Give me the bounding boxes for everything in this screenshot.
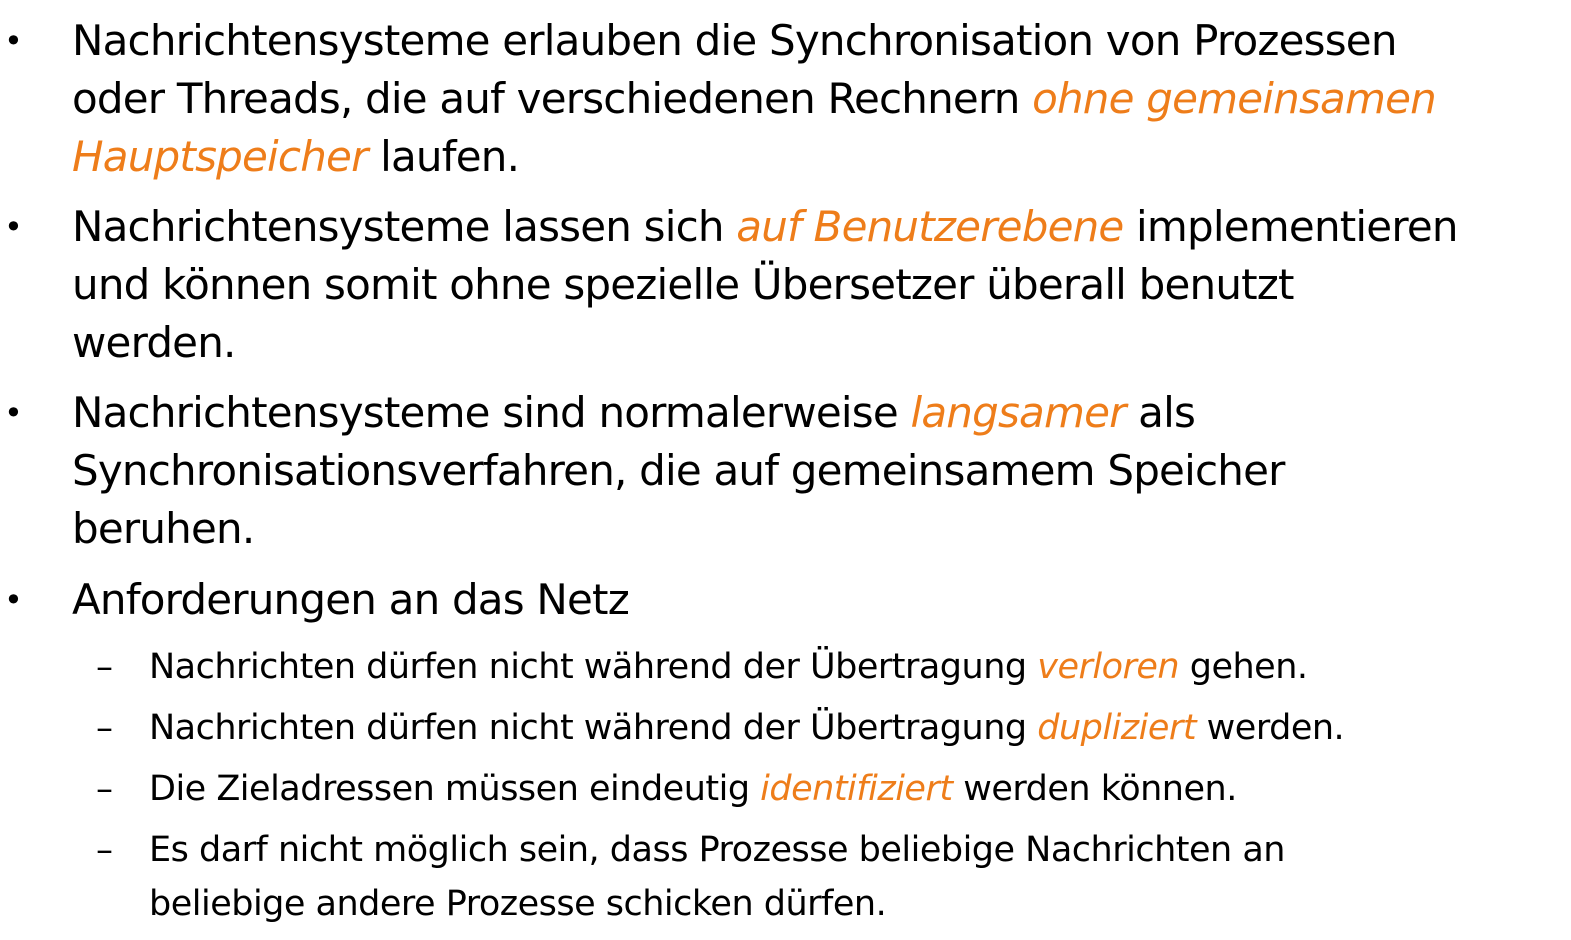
text-segment: werden können.	[952, 769, 1237, 809]
sub-bullet-marker: –	[96, 647, 113, 687]
text-segment: laufen.	[367, 132, 520, 181]
text-line: Synchronisationsverfahren, die auf gemei…	[72, 442, 1562, 500]
text-segment: als	[1125, 388, 1196, 437]
text-line: Anforderungen an das Netz	[72, 571, 1562, 629]
highlight-text: langsamer	[910, 388, 1126, 437]
slide-content: • Nachrichtensysteme erlauben die Synchr…	[0, 0, 1571, 940]
text-segment: Es darf nicht möglich sein, dass Prozess…	[149, 830, 1285, 870]
bullet-text: Nachrichtensysteme sind normalerweise la…	[72, 384, 1562, 558]
text-segment: Nachrichtensysteme sind normalerweise	[72, 388, 911, 437]
text-line: Es darf nicht möglich sein, dass Prozess…	[149, 823, 1559, 877]
text-line: Die Zieladressen müssen eindeutig identi…	[149, 762, 1559, 816]
highlight-text: identifiziert	[760, 769, 953, 809]
bullet-marker: •	[4, 394, 23, 432]
sub-bullet-text: Nachrichten dürfen nicht während der Übe…	[149, 701, 1559, 755]
text-segment: beliebige andere Prozesse schicken dürfe…	[149, 884, 887, 924]
highlight-text: auf Benutzerebene	[736, 202, 1124, 251]
text-segment: Nachrichtensysteme lassen sich	[72, 202, 737, 251]
bullet-text: Nachrichtensysteme erlauben die Synchron…	[72, 12, 1562, 186]
sub-bullet-text: Nachrichten dürfen nicht während der Übe…	[149, 640, 1559, 694]
sub-bullet-text: Es darf nicht möglich sein, dass Prozess…	[149, 823, 1559, 931]
text-line: oder Threads, die auf verschiedenen Rech…	[72, 70, 1562, 128]
text-segment: Nachrichten dürfen nicht während der Übe…	[149, 647, 1038, 687]
bullet-text: Anforderungen an das Netz	[72, 571, 1562, 629]
text-line: beliebige andere Prozesse schicken dürfe…	[149, 877, 1559, 931]
text-line: werden.	[72, 314, 1562, 372]
text-segment: beruhen.	[72, 504, 255, 553]
text-segment: oder Threads, die auf verschiedenen Rech…	[72, 74, 1033, 123]
sub-bullet-marker: –	[96, 769, 113, 809]
text-segment: Synchronisationsverfahren, die auf gemei…	[72, 446, 1285, 495]
sub-bullet-marker: –	[96, 708, 113, 748]
highlight-text: verloren	[1037, 647, 1180, 687]
text-segment: werden.	[1196, 708, 1345, 748]
sub-bullet-marker: –	[96, 830, 113, 870]
text-segment: implementieren	[1123, 202, 1459, 251]
text-segment: und können somit ohne spezielle Übersetz…	[72, 260, 1295, 309]
highlight-text: Hauptspeicher	[72, 132, 368, 181]
text-line: Nachrichtensysteme erlauben die Synchron…	[72, 12, 1562, 70]
text-line: Hauptspeicher laufen.	[72, 128, 1562, 186]
text-line: Nachrichtensysteme lassen sich auf Benut…	[72, 198, 1562, 256]
bullet-text: Nachrichtensysteme lassen sich auf Benut…	[72, 198, 1562, 372]
highlight-text: ohne gemeinsamen	[1032, 74, 1437, 123]
text-line: beruhen.	[72, 500, 1562, 558]
text-line: Nachrichtensysteme sind normalerweise la…	[72, 384, 1562, 442]
text-line: und können somit ohne spezielle Übersetz…	[72, 256, 1562, 314]
text-segment: Anforderungen an das Netz	[72, 575, 630, 624]
text-line: Nachrichten dürfen nicht während der Übe…	[149, 640, 1559, 694]
bullet-marker: •	[4, 208, 23, 246]
text-segment: Nachrichten dürfen nicht während der Übe…	[149, 708, 1038, 748]
text-segment: Nachrichtensysteme erlauben die Synchron…	[72, 16, 1397, 65]
text-segment: werden.	[72, 318, 236, 367]
text-segment: Die Zieladressen müssen eindeutig	[149, 769, 761, 809]
bullet-marker: •	[4, 581, 23, 619]
sub-bullet-text: Die Zieladressen müssen eindeutig identi…	[149, 762, 1559, 816]
bullet-marker: •	[4, 22, 23, 60]
text-line: Nachrichten dürfen nicht während der Übe…	[149, 701, 1559, 755]
text-segment: gehen.	[1179, 647, 1308, 687]
highlight-text: dupliziert	[1037, 708, 1197, 748]
